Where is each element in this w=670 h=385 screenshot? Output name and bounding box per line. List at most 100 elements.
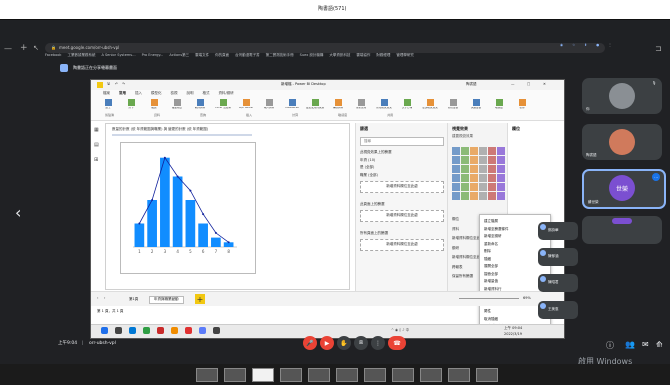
taskbar-thumbnail[interactable] <box>364 368 386 382</box>
visual-type-icon[interactable] <box>497 183 505 191</box>
ribbon-tab[interactable]: 格式 <box>203 91 210 96</box>
page-prev-icon[interactable]: ‹ <box>97 296 98 301</box>
visual-type-icon[interactable] <box>470 156 478 164</box>
end-call-icon[interactable]: ☎ <box>388 336 406 350</box>
visual-type-icon[interactable] <box>497 165 505 173</box>
participant-tile-active[interactable]: 世榮 蘇世榮 ⋯ <box>582 169 666 209</box>
ribbon-tab[interactable]: 插入 <box>135 91 142 96</box>
ribbon-tab[interactable]: 檔案 <box>103 91 110 96</box>
minimize-icon[interactable]: — <box>4 45 12 53</box>
ribbon-tab[interactable]: 常用 <box>119 91 126 96</box>
taskbar-thumbnail[interactable] <box>280 368 302 382</box>
ribbon-button[interactable]: 貼上 <box>99 99 117 110</box>
ribbon-tab[interactable]: 模型化 <box>151 91 162 96</box>
line-point[interactable] <box>151 199 154 201</box>
extension-icon[interactable]: ◉ <box>560 43 563 48</box>
context-menu-item[interactable]: 建立階層 <box>484 218 546 226</box>
taskbar-thumbnail[interactable] <box>336 368 358 382</box>
visual-type-icon[interactable] <box>488 183 496 191</box>
ribbon-button[interactable]: 新增視覺效果 <box>375 99 393 110</box>
context-menu-item[interactable]: 取消隱藏 <box>484 316 546 324</box>
visual-type-icon[interactable] <box>488 156 496 164</box>
filter-section[interactable]: 此視覺效果上的篩選 <box>360 150 444 155</box>
chart-bar[interactable] <box>172 176 183 248</box>
visual-type-icon[interactable] <box>488 192 496 200</box>
model-view-icon[interactable]: ⊞ <box>94 158 99 163</box>
filter-section[interactable]: 職業 (全部) <box>360 173 444 178</box>
context-menu-item[interactable]: 新增至篩選條件 <box>484 226 546 234</box>
line-point[interactable] <box>202 213 205 216</box>
star-icon[interactable]: ☆ <box>572 43 575 48</box>
ribbon-button[interactable]: Excel 活頁簿 <box>214 99 232 110</box>
taskbar-thumbnail[interactable] <box>224 368 246 382</box>
chart-bar[interactable] <box>134 223 145 248</box>
zoom-slider[interactable] <box>459 298 519 299</box>
participant-mini[interactable]: 王美惠 <box>538 301 578 319</box>
camera-toggle-icon[interactable]: ▶ <box>320 336 334 350</box>
visual-type-icon[interactable] <box>488 147 496 155</box>
bar-line-chart[interactable]: 1 2 3 4 5 6 7 8 <box>123 149 241 259</box>
context-menu-item[interactable]: 屬性 <box>484 308 546 316</box>
visual-type-icon[interactable] <box>479 174 487 182</box>
pbi-maximize-icon[interactable]: □ <box>527 82 530 87</box>
participant-mini[interactable]: 陳郁涵 <box>538 248 578 266</box>
visual-type-icon[interactable] <box>452 183 460 191</box>
bookmark-item[interactable]: 台灣動漫電子書 <box>235 54 260 58</box>
participant-tile-you[interactable]: 你 🎙 <box>582 78 662 114</box>
visual-type-icon[interactable] <box>452 174 460 182</box>
report-view-icon[interactable]: ▦ <box>94 128 99 133</box>
share-icon[interactable]: ⬆ <box>584 43 587 48</box>
visual-type-icon[interactable] <box>452 192 460 200</box>
visual-type-icon[interactable] <box>452 165 460 173</box>
bookmark-item[interactable]: 大學資訊科技 <box>329 54 350 58</box>
participant-mini[interactable]: 陳昭君 <box>538 274 578 292</box>
page-next-icon[interactable]: › <box>104 296 105 301</box>
ribbon-button[interactable]: 更多視覺效果 <box>421 99 439 110</box>
data-view-icon[interactable]: ▤ <box>94 143 99 148</box>
ribbon-button[interactable]: 取得資料 <box>191 99 209 110</box>
bookmark-item[interactable]: 雲端文件 <box>195 54 209 58</box>
visual-type-icon[interactable] <box>461 192 469 200</box>
visual-type-icon[interactable] <box>497 192 505 200</box>
visual-type-icon[interactable] <box>461 165 469 173</box>
ribbon-button[interactable]: 最近使用的來源 <box>306 99 324 110</box>
tab-page-2[interactable]: 年資與職業變動 <box>149 296 184 304</box>
visual-type-icon[interactable] <box>461 174 469 182</box>
undo-icon[interactable]: ↶ <box>115 82 118 87</box>
context-menu-item[interactable]: 展開全部 <box>484 263 546 271</box>
bookmark-item[interactable]: 工業數據業務系統 <box>67 54 95 58</box>
bookmark-item[interactable]: 你的頁面 <box>215 54 229 58</box>
filter-section[interactable]: 所有頁面上的篩選 <box>360 231 444 236</box>
bookmark-item[interactable]: Facebook <box>45 54 61 58</box>
taskbar-thumbnail[interactable] <box>448 368 470 382</box>
taskbar-thumbnail[interactable] <box>392 368 414 382</box>
filter-section[interactable]: 新增資料欄位至此處 <box>360 210 444 222</box>
ribbon-button[interactable]: Dataverse <box>283 99 301 110</box>
context-menu-item[interactable]: 新增量值 <box>484 278 546 286</box>
visual-type-icon[interactable] <box>488 174 496 182</box>
line-point[interactable] <box>214 231 217 234</box>
bookmark-item[interactable]: 管理學研究 <box>396 54 414 58</box>
bookmark-item[interactable]: 財務經理 <box>376 54 390 58</box>
ribbon-button[interactable]: 新增量值 <box>444 99 462 110</box>
ribbon-button[interactable]: 輸入資料 <box>260 99 278 110</box>
filter-section[interactable]: 新增資料欄位至此處 <box>360 239 444 251</box>
previous-arrow-icon[interactable]: ‹ <box>15 203 21 222</box>
ribbon-button[interactable]: 複製格式 <box>168 99 186 110</box>
filter-section[interactable]: 是 (全部) <box>360 165 444 170</box>
chat-icon[interactable]: ✉ <box>642 340 649 349</box>
bookmark-item[interactable]: A Senior Systems… <box>101 54 135 58</box>
save-icon[interactable]: 🖫 <box>107 82 110 87</box>
menu-dots-icon[interactable]: ⋮ <box>608 43 612 48</box>
visual-type-icon[interactable] <box>479 147 487 155</box>
chart-bar[interactable] <box>185 200 196 247</box>
filter-section[interactable]: 年資 (10) <box>360 158 444 163</box>
visual-type-icon[interactable] <box>479 183 487 191</box>
ribbon-button[interactable]: 快速量值 <box>467 99 485 110</box>
ribbon-button[interactable]: 發佈 <box>513 99 531 110</box>
ribbon-button[interactable]: 剪下 <box>122 99 140 110</box>
bookmark-item[interactable]: Suex 設計機構 <box>300 54 324 58</box>
ribbon-button[interactable]: 文字方塊 <box>398 99 416 110</box>
visual-type-icon[interactable] <box>461 183 469 191</box>
line-point[interactable] <box>163 156 166 159</box>
